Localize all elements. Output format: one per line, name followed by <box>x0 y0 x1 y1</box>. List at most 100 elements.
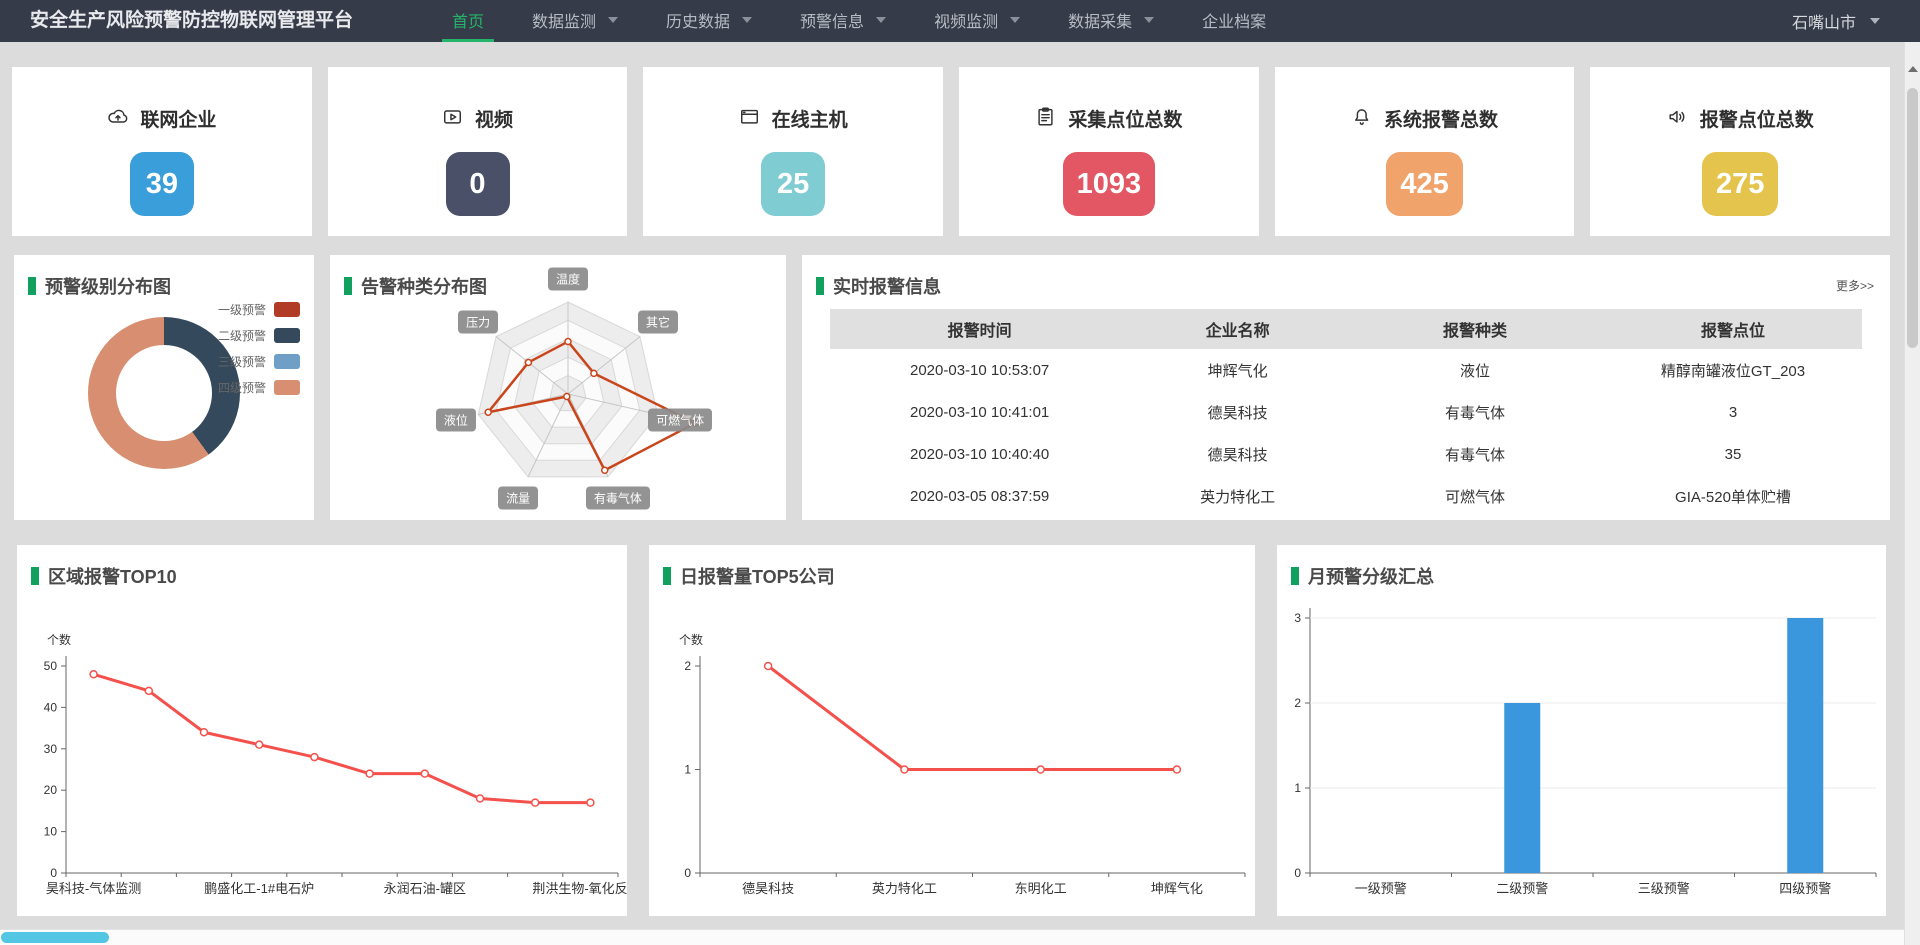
svg-text:2: 2 <box>684 659 691 673</box>
nav-item-预警信息[interactable]: 预警信息 <box>790 0 896 42</box>
stats-row: 联网企业39视频0在线主机25采集点位总数1093系统报警总数425报警点位总数… <box>12 67 1890 236</box>
horizontal-scrollbar-thumb[interactable] <box>1 932 109 943</box>
table-row: 2020-03-10 10:40:40德昊科技有毒气体35 <box>830 433 1862 475</box>
svg-text:鹏盛化工-1#电石炉: 鹏盛化工-1#电石炉 <box>204 881 314 896</box>
column-header: 报警点位 <box>1604 309 1862 349</box>
svg-text:东明化工: 东明化工 <box>1015 881 1067 896</box>
table-cell: 2020-03-10 10:41:01 <box>830 391 1129 433</box>
nav-item-数据监测[interactable]: 数据监测 <box>522 0 628 42</box>
column-header: 企业名称 <box>1129 309 1346 349</box>
stat-card-header: 联网企业 <box>107 105 216 132</box>
table-cell: 英力特化工 <box>1129 475 1346 517</box>
radar-axis-label-其它: 其它 <box>638 311 678 334</box>
table-cell: GIA-520单体贮槽 <box>1604 475 1862 517</box>
table-cell: 有毒气体 <box>1346 433 1604 475</box>
stat-label: 视频 <box>475 105 513 132</box>
stat-label: 报警点位总数 <box>1700 105 1814 132</box>
stat-label: 采集点位总数 <box>1068 105 1182 132</box>
stat-value-badge: 1093 <box>1063 152 1156 216</box>
table-cell: 2020-03-10 10:40:40 <box>830 433 1129 475</box>
nav-item-企业档案[interactable]: 企业档案 <box>1192 0 1276 42</box>
panel-realtime-alarms: 实时报警信息 更多>> 报警时间企业名称报警种类报警点位 2020-03-10 … <box>802 255 1890 520</box>
cloud-upload-icon <box>107 106 128 132</box>
table-cell: 有毒气体 <box>1346 391 1604 433</box>
table-cell: 德昊科技 <box>1129 391 1346 433</box>
region-selector[interactable]: 石嘴山市 <box>1792 0 1880 42</box>
svg-text:3: 3 <box>1294 611 1301 625</box>
svg-text:荆洪生物-氧化反: 荆洪生物-氧化反 <box>532 881 627 896</box>
stat-label: 系统报警总数 <box>1384 105 1498 132</box>
app-title: 安全生产风险预警防控物联网管理平台 <box>30 0 353 42</box>
region-top10-line-chart: 01020304050昊科技-气体监测鹏盛化工-1#电石炉永润石油-罐区荆洪生物… <box>17 545 627 916</box>
horizontal-scrollbar[interactable] <box>0 929 1904 945</box>
nav-item-视频监测[interactable]: 视频监测 <box>924 0 1030 42</box>
svg-text:一级预警: 一级预警 <box>1355 881 1407 896</box>
table-cell: 35 <box>1604 433 1862 475</box>
nav-item-首页[interactable]: 首页 <box>442 0 494 42</box>
stat-card-在线主机: 在线主机25 <box>643 67 943 236</box>
table-cell: 2020-03-05 08:37:59 <box>830 475 1129 517</box>
svg-text:2: 2 <box>1294 696 1301 710</box>
chevron-down-icon <box>608 17 618 23</box>
vertical-scrollbar[interactable] <box>1904 42 1920 945</box>
panel-alarm-type-distribution: 告警种类分布图 温度其它可燃气体有毒气体流量液位压力 <box>330 255 786 520</box>
table-cell: 3 <box>1604 391 1862 433</box>
stat-card-header: 视频 <box>442 105 513 132</box>
legend-item-一级预警: 一级预警 <box>218 301 300 318</box>
nav-item-label: 历史数据 <box>666 8 730 32</box>
radar-axis-label-压力: 压力 <box>458 311 498 334</box>
table-cell: 可燃气体 <box>1346 475 1604 517</box>
table-cell: 2020-03-10 10:53:07 <box>830 349 1129 391</box>
stat-card-采集点位总数: 采集点位总数 1093 <box>959 67 1259 236</box>
chevron-down-icon <box>742 17 752 23</box>
svg-text:昊科技-气体监测: 昊科技-气体监测 <box>46 881 141 896</box>
radar-axis-label-可燃气体: 可燃气体 <box>648 408 712 431</box>
nav-item-label: 数据监测 <box>532 8 596 32</box>
svg-text:50: 50 <box>44 659 58 673</box>
svg-text:三级预警: 三级预警 <box>1638 881 1690 896</box>
stat-value-badge: 25 <box>761 152 825 216</box>
svg-text:30: 30 <box>44 742 58 756</box>
table-cell: 坤辉气化 <box>1129 349 1346 391</box>
donut-hole <box>116 345 212 441</box>
stat-value-badge: 39 <box>130 152 194 216</box>
svg-text:20: 20 <box>44 783 58 797</box>
more-link[interactable]: 更多>> <box>1836 277 1874 294</box>
top-navbar: 安全生产风险预警防控物联网管理平台 首页 数据监测 历史数据 预警信息视频监测数据采集… <box>0 0 1920 42</box>
title-marker <box>816 277 824 295</box>
table-row: 2020-03-10 10:53:07坤辉气化液位精醇南罐液位GT_203 <box>830 349 1862 391</box>
legend-item-三级预警: 三级预警 <box>218 353 300 370</box>
table-cell: 液位 <box>1346 349 1604 391</box>
stat-value-badge: 0 <box>446 152 510 216</box>
realtime-alarm-table: 报警时间企业名称报警种类报警点位 2020-03-10 10:53:07坤辉气化… <box>830 309 1862 517</box>
vertical-scrollbar-thumb[interactable] <box>1907 88 1918 348</box>
daily-top5-line-chart: 012德昊科技英力特化工东明化工坤辉气化 <box>649 545 1255 916</box>
column-header: 报警时间 <box>830 309 1129 349</box>
panel-region-alarm-top10: 区域报警TOP10 个数 01020304050昊科技-气体监测鹏盛化工-1#电… <box>17 545 627 916</box>
nav-item-数据采集[interactable]: 数据采集 <box>1058 0 1164 42</box>
svg-text:四级预警: 四级预警 <box>1779 881 1831 896</box>
scroll-up-icon[interactable] <box>1908 66 1918 72</box>
clipboard-icon <box>1035 106 1056 132</box>
legend-label: 一级预警 <box>218 301 266 318</box>
panel-warning-level-distribution: 预警级别分布图 一级预警二级预警三级预警四级预警 <box>14 255 314 520</box>
svg-text:永润石油-罐区: 永润石油-罐区 <box>384 881 466 896</box>
nav-item-历史数据[interactable]: 历史数据 <box>656 0 762 42</box>
chevron-down-icon <box>1144 17 1154 23</box>
video-icon <box>442 106 463 132</box>
region-label: 石嘴山市 <box>1792 9 1856 33</box>
column-header: 报警种类 <box>1346 309 1604 349</box>
panel-monthly-warning-summary: 月预警分级汇总 0123一级预警二级预警三级预警四级预警 <box>1277 545 1886 916</box>
legend-item-二级预警: 二级预警 <box>218 327 300 344</box>
stat-card-header: 系统报警总数 <box>1351 105 1498 132</box>
bell-icon <box>1351 106 1372 132</box>
table-cell: 德昊科技 <box>1129 433 1346 475</box>
svg-text:德昊科技: 德昊科技 <box>742 881 794 896</box>
svg-text:1: 1 <box>684 763 691 777</box>
nav-item-label: 首页 <box>452 8 484 32</box>
chevron-down-icon <box>1010 17 1020 23</box>
speaker-icon <box>1667 106 1688 132</box>
radar-axis-label-温度: 温度 <box>548 268 588 291</box>
panel-daily-alarm-top5: 日报警量TOP5公司 个数 012德昊科技英力特化工东明化工坤辉气化 <box>649 545 1255 916</box>
stat-card-header: 报警点位总数 <box>1667 105 1814 132</box>
